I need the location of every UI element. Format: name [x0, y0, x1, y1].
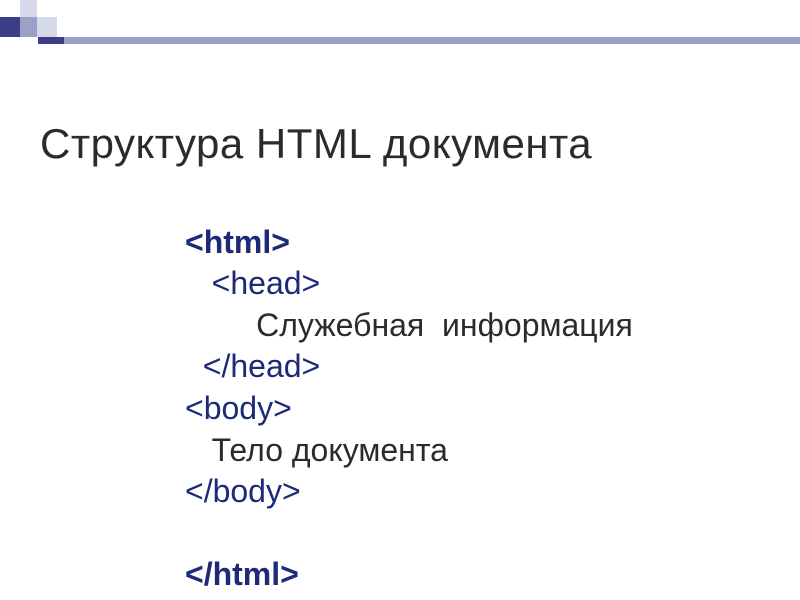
tag-body-close: </body>	[185, 473, 301, 509]
slide-title: Структура HTML документа	[40, 120, 592, 168]
tag-head-open: <head>	[185, 265, 320, 301]
tag-html-close: </html>	[185, 556, 299, 592]
head-content: Служебная информация	[185, 307, 633, 343]
tag-html-open: <html>	[185, 224, 290, 260]
tag-body-open: <body>	[185, 390, 292, 426]
tag-head-close: </head>	[185, 348, 320, 384]
code-example: <html> <head> Служебная информация </hea…	[185, 180, 633, 596]
header-decoration	[0, 0, 800, 50]
body-content: Тело документа	[185, 432, 448, 468]
